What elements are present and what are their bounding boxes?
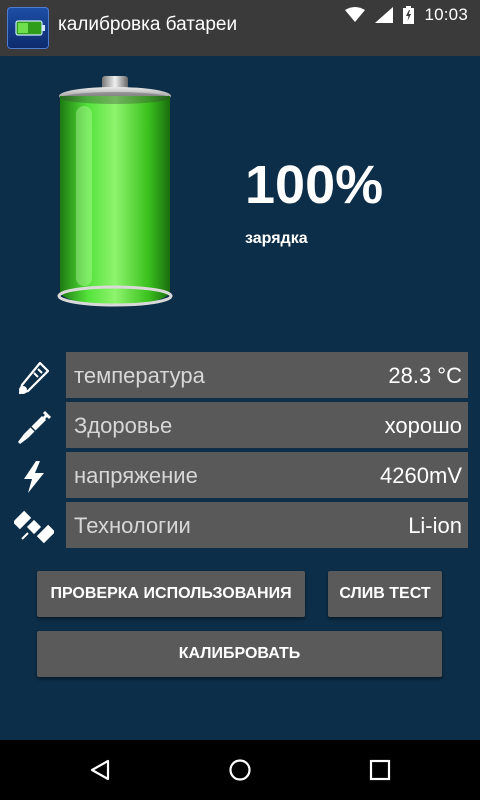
syringe-icon — [18, 410, 52, 444]
calibrate-label: КАЛИБРОВАТЬ — [178, 645, 301, 662]
info-row-box: напряжение 4260mV — [66, 452, 468, 498]
usage-check-label: ПРОВЕРКА ИСПОЛЬЗОВАНИЯ — [50, 585, 292, 602]
navigation-bar — [0, 740, 480, 800]
row-label: напряжение — [74, 463, 198, 488]
battery-percent: 100% — [245, 155, 384, 215]
row-value: хорошо — [384, 413, 462, 438]
battery-graphic — [50, 76, 180, 326]
info-row-box: Технологии Li-ion — [66, 502, 468, 548]
recents-icon[interactable] — [368, 758, 392, 782]
row-label: Здоровье — [74, 413, 173, 438]
row-value: 4260mV — [380, 463, 462, 488]
app-title: калибровка батареи — [58, 14, 238, 35]
battery-status-icon — [403, 6, 415, 24]
home-icon[interactable] — [228, 758, 252, 782]
usage-check-button[interactable]: ПРОВЕРКА ИСПОЛЬЗОВАНИЯ — [37, 571, 305, 617]
row-label: температура — [74, 363, 205, 388]
status-bar: 10:03 — [345, 0, 468, 30]
lightning-icon — [24, 461, 44, 493]
row-label: Технологии — [74, 513, 191, 538]
signal-icon — [375, 7, 394, 23]
row-value: Li-ion — [408, 513, 462, 538]
wifi-icon — [345, 7, 366, 22]
info-row-box: температура 28.3 °C — [66, 352, 468, 398]
status-time: 10:03 — [424, 5, 468, 24]
main-content: 100% зарядка температура 28.3 °C Здоровь… — [0, 56, 480, 740]
back-icon[interactable] — [88, 758, 112, 782]
row-value: 28.3 °C — [388, 363, 462, 388]
calibrate-button[interactable]: КАЛИБРОВАТЬ — [37, 631, 442, 677]
app-icon — [7, 7, 49, 49]
satellite-icon — [14, 510, 54, 544]
drain-test-label: СЛИВ ТЕСТ — [339, 585, 431, 602]
thermometer-icon — [18, 361, 50, 395]
battery-app-icon — [15, 20, 45, 36]
drain-test-button[interactable]: СЛИВ ТЕСТ — [328, 571, 442, 617]
info-row-box: Здоровье хорошо — [66, 402, 468, 448]
battery-state: зарядка — [245, 230, 308, 247]
